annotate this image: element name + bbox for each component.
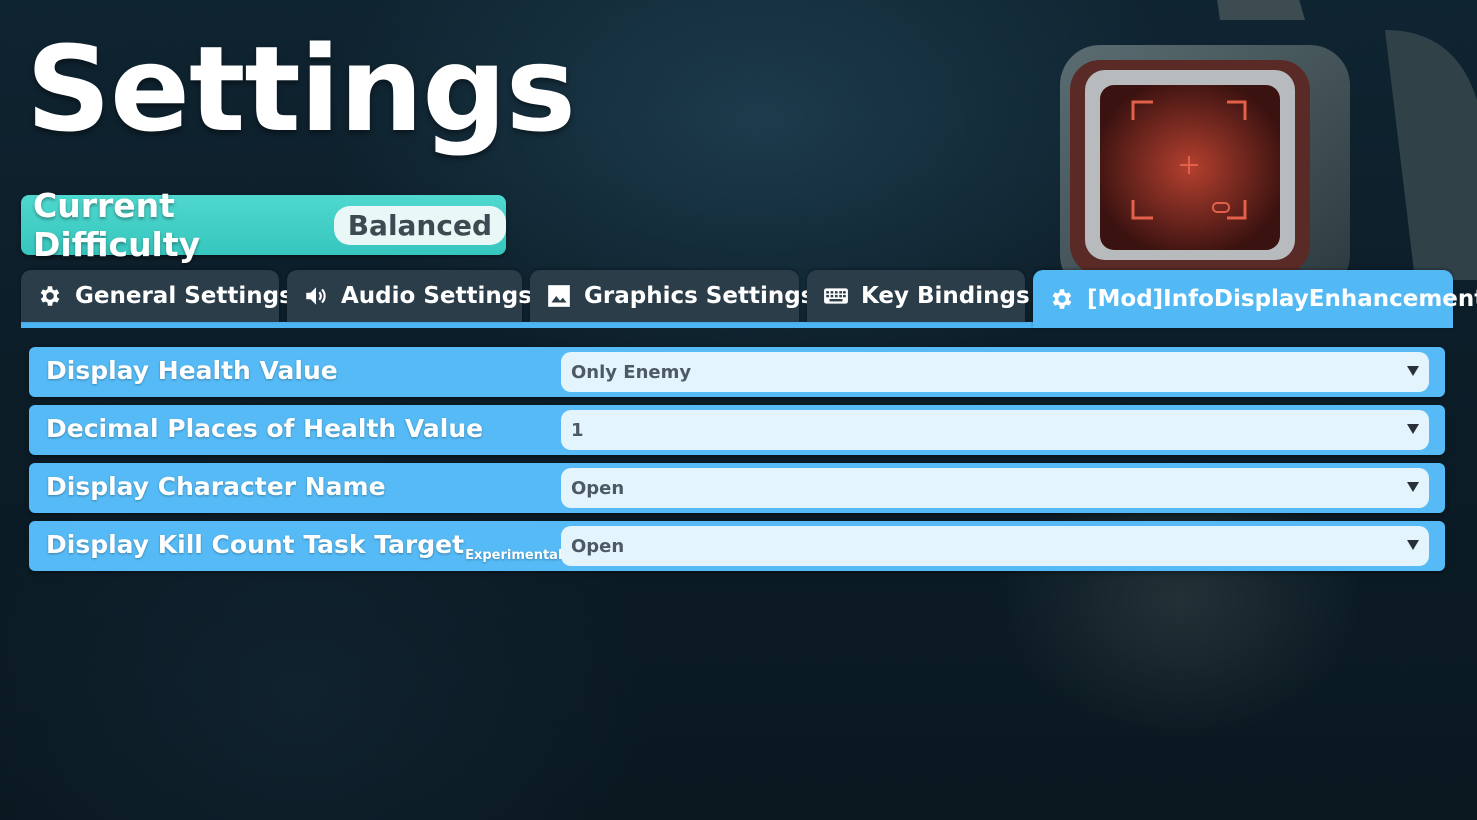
difficulty-value-badge: Balanced xyxy=(333,205,506,245)
tab-mod-info-display-enhancement[interactable]: [Mod]InfoDisplayEnhancement xyxy=(1033,270,1477,328)
display-kill-count-task-target-dropdown[interactable]: Open xyxy=(561,526,1429,566)
display-character-name-dropdown[interactable]: Open xyxy=(561,468,1429,508)
display-health-value-dropdown[interactable]: Only Enemy xyxy=(561,352,1429,392)
difficulty-label: Current Difficulty xyxy=(33,186,201,264)
tab-label: [Mod]InfoDisplayEnhancement xyxy=(1087,286,1477,312)
tab-label: Key Bindings xyxy=(861,283,1030,309)
chevron-down-icon xyxy=(1407,366,1419,376)
tab-audio-settings[interactable]: Audio Settings xyxy=(287,270,532,322)
dropdown-value: Only Enemy xyxy=(571,361,692,383)
setting-row-display-health-value: Display Health Value Only Enemy xyxy=(29,347,1445,397)
tab-label: General Settings xyxy=(75,283,293,309)
chevron-down-icon xyxy=(1407,482,1419,492)
chevron-down-icon xyxy=(1407,424,1419,434)
dropdown-value: Open xyxy=(571,535,625,557)
settings-tabs: General Settings Audio Settings Graphics… xyxy=(21,270,1477,328)
tab-label: Audio Settings xyxy=(341,283,532,309)
setting-row-decimal-places: Decimal Places of Health Value 1 xyxy=(29,405,1445,455)
difficulty-banner: Current Difficulty Balanced xyxy=(21,186,506,264)
setting-label: Display Kill Count Task TargetExperiment… xyxy=(46,530,563,563)
tab-general-settings[interactable]: General Settings xyxy=(21,270,293,322)
dropdown-value: 1 xyxy=(571,419,584,441)
keyboard-icon xyxy=(823,282,849,310)
setting-label: Display Character Name xyxy=(46,472,386,501)
setting-label: Decimal Places of Health Value xyxy=(46,414,484,443)
setting-row-display-kill-count-task-target: Display Kill Count Task TargetExperiment… xyxy=(29,521,1445,571)
speaker-icon xyxy=(303,282,329,310)
tab-label: Graphics Settings xyxy=(584,283,815,309)
settings-list: Display Health Value Only Enemy Decimal … xyxy=(29,347,1445,579)
gear-icon xyxy=(1049,285,1075,313)
image-icon xyxy=(546,282,572,310)
setting-label: Display Health Value xyxy=(46,356,338,385)
decimal-places-dropdown[interactable]: 1 xyxy=(561,410,1429,450)
page-title: Settings xyxy=(26,20,576,158)
chevron-down-icon xyxy=(1407,540,1419,550)
experimental-tag: Experimental xyxy=(465,548,563,563)
gear-icon xyxy=(37,282,63,310)
security-camera-illustration xyxy=(1060,0,1477,290)
dropdown-value: Open xyxy=(571,477,625,499)
tab-key-bindings[interactable]: Key Bindings xyxy=(807,270,1030,322)
setting-row-display-character-name: Display Character Name Open xyxy=(29,463,1445,513)
tab-graphics-settings[interactable]: Graphics Settings xyxy=(530,270,814,322)
